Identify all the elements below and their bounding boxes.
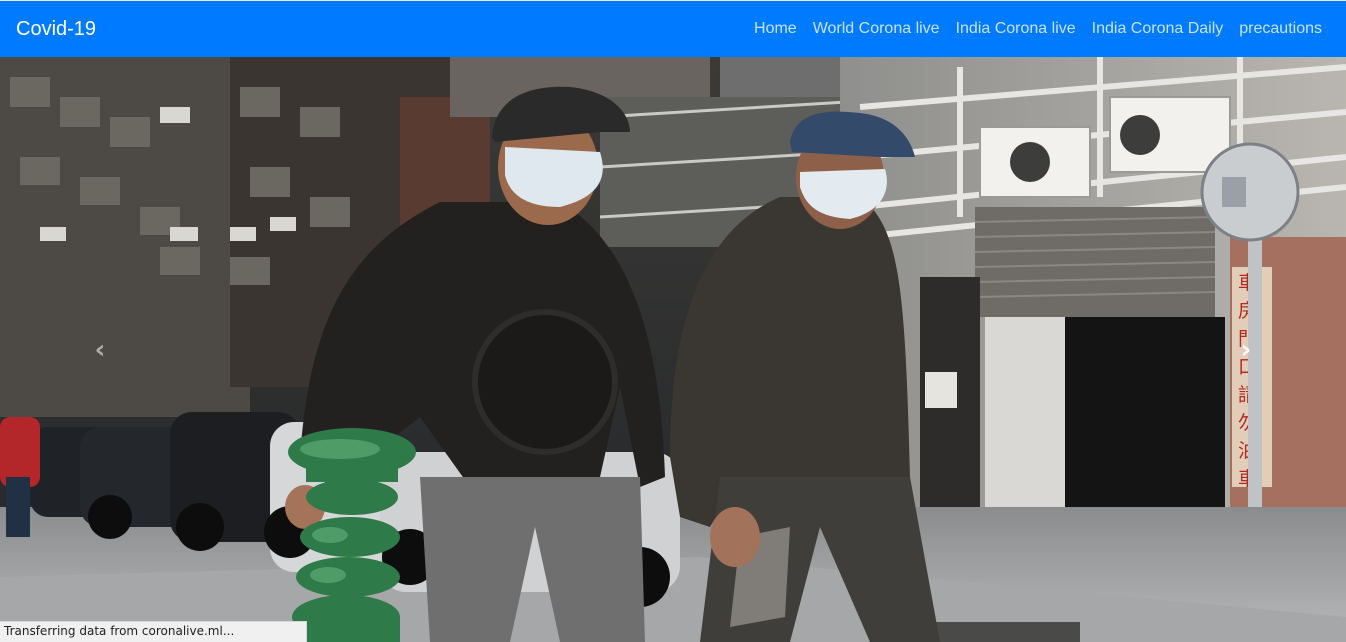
- chevron-left-icon: ‹: [94, 334, 106, 365]
- nav-link-world-corona-live[interactable]: World Corona live: [805, 12, 948, 46]
- carousel-next-control[interactable]: ›: [1146, 57, 1346, 642]
- carousel-prev-control[interactable]: ‹: [0, 57, 200, 642]
- nav-link-india-corona-live[interactable]: India Corona live: [948, 12, 1084, 46]
- navbar: Covid-19 Home World Corona live India Co…: [0, 1, 1346, 57]
- nav-links: Home World Corona live India Corona live…: [746, 12, 1330, 46]
- brand-link[interactable]: Covid-19: [16, 19, 96, 39]
- browser-status-bar: Transferring data from coronalive.ml...: [0, 621, 307, 642]
- carousel-slide-image: 車 房 門 口 請 勿 泊 車: [0, 57, 1346, 642]
- nav-link-home[interactable]: Home: [746, 12, 805, 46]
- hero-carousel: 車 房 門 口 請 勿 泊 車 ‹ ›: [0, 57, 1346, 642]
- nav-link-india-corona-daily[interactable]: India Corona Daily: [1084, 12, 1232, 46]
- chevron-right-icon: ›: [1240, 334, 1252, 365]
- nav-link-precautions[interactable]: precautions: [1231, 12, 1330, 46]
